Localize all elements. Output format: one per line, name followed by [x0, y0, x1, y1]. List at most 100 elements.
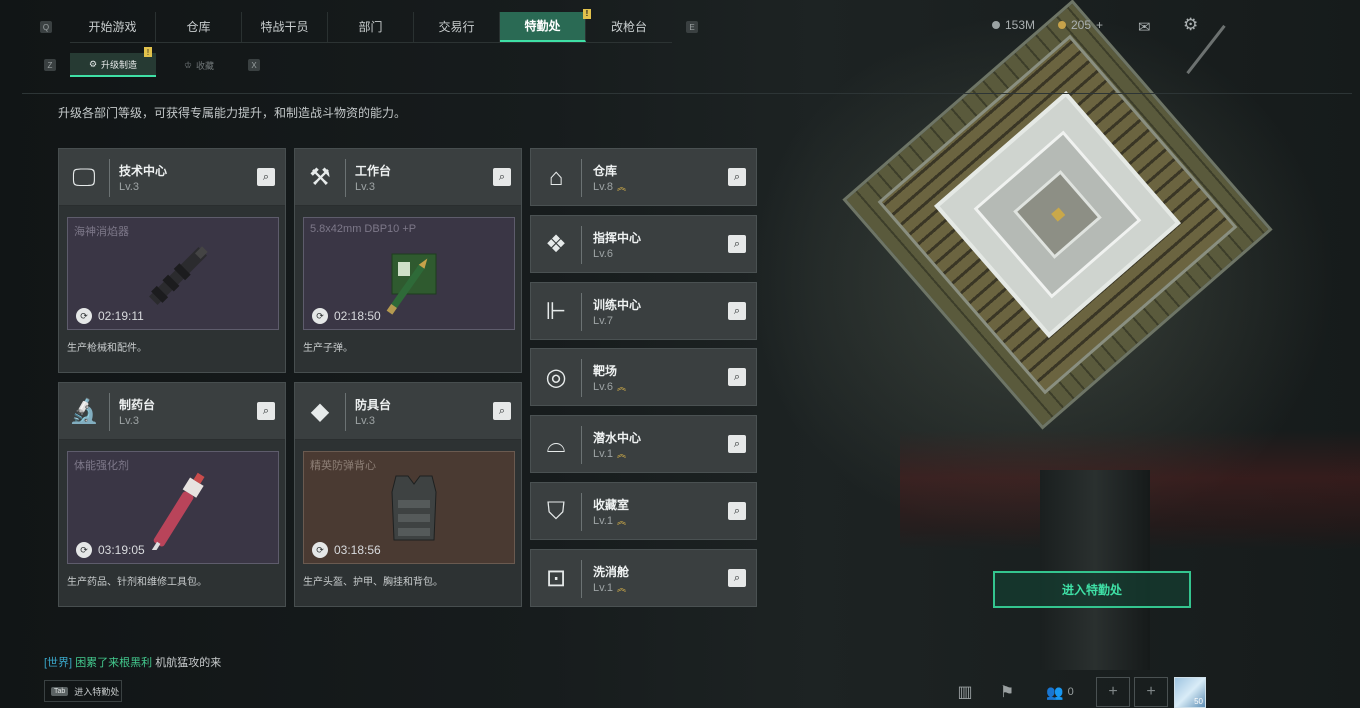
search-icon[interactable]: ⌕: [728, 302, 746, 320]
production-slot[interactable]: 体能强化剂 ⟳ 03:19:05: [67, 451, 279, 564]
department-name: 指挥中心: [593, 231, 642, 245]
search-icon[interactable]: ⌕: [728, 435, 746, 453]
department-level: Lv.1 ︽: [593, 515, 626, 527]
upgrade-icon: ︽: [616, 382, 626, 392]
production-slot[interactable]: 海神消焰器 ⟳ 02:19:11: [67, 217, 279, 330]
card-caption: 生产子弹。: [303, 343, 353, 354]
department-name: 仓库: [593, 164, 618, 178]
workshop-card-workbench[interactable]: ⚒ 工作台 Lv.3 ⌕ 5.8x42mm DBP10 +P ⟳ 02:18:50…: [294, 148, 522, 373]
secondary-currency[interactable]: 205 +: [1058, 18, 1103, 32]
add-slot-1-button[interactable]: +: [1096, 677, 1130, 707]
production-slot[interactable]: 5.8x42mm DBP10 +P ⟳ 02:18:50: [303, 217, 515, 330]
decon-icon: ⊡: [545, 565, 567, 592]
department-item-collection[interactable]: ⛉ 收藏室 Lv.1 ︽ ⌕: [530, 482, 757, 540]
card-title: 制药台: [119, 398, 156, 412]
production-timer: ⟳ 03:19:05: [76, 542, 145, 558]
subnav-right-key: X: [248, 59, 260, 71]
diving-icon: ⌓: [546, 431, 566, 458]
people-icon: 👥: [1046, 683, 1064, 700]
avatar-level: 50: [1194, 697, 1203, 706]
department-item-command[interactable]: ❖ 指挥中心 Lv.6 ⌕: [530, 215, 757, 273]
tab-warehouse[interactable]: 仓库: [156, 11, 242, 42]
search-icon[interactable]: ⌕: [493, 402, 511, 420]
department-item-training[interactable]: ⊩ 训练中心 Lv.7 ⌕: [530, 282, 757, 340]
friends-count: 0: [1067, 686, 1074, 698]
ammo-box-image: [386, 253, 437, 315]
stats-icon[interactable]: ▥: [948, 677, 982, 707]
tab-operators[interactable]: 特战干员: [242, 11, 328, 42]
tab-special-ops[interactable]: 特勤处 !: [500, 8, 591, 42]
tab-hint-button[interactable]: Tab 进入特勤处: [44, 680, 122, 702]
upgrade-icon: ︽: [616, 449, 626, 459]
subtab-upgrade[interactable]: ⚙ 升级制造 !: [70, 47, 156, 77]
tab-gunsmith[interactable]: 改枪台: [586, 12, 672, 42]
department-level: Lv.8 ︽: [593, 181, 626, 193]
department-name: 训练中心: [593, 298, 642, 312]
card-header: ◆ 防具台 Lv.3 ⌕: [295, 383, 521, 440]
enter-special-ops-button[interactable]: 进入特勤处: [993, 571, 1191, 608]
armor-icon: ◆: [310, 398, 330, 425]
search-icon[interactable]: ⌕: [493, 168, 511, 186]
search-icon[interactable]: ⌕: [257, 402, 275, 420]
vest-image: [391, 475, 437, 541]
tab-trade[interactable]: 交易行: [414, 11, 500, 42]
card-header: 🖵 技术中心 Lv.3 ⌕: [59, 149, 285, 206]
currency-value: 153M: [1005, 18, 1036, 32]
subtab-collection-label: 收藏: [196, 60, 215, 71]
tab-department[interactable]: 部门: [328, 11, 414, 42]
sub-nav: Z ⚙ 升级制造 ! ♔ 收藏 X: [44, 47, 260, 77]
department-name: 洗消舱: [593, 565, 630, 579]
add-currency-button[interactable]: +: [1096, 18, 1103, 32]
department-item-diving[interactable]: ⌓ 潜水中心 Lv.1 ︽ ⌕: [530, 415, 757, 473]
currency-display[interactable]: 153M: [992, 18, 1035, 32]
add-slot-2-button[interactable]: +: [1134, 677, 1168, 707]
card-caption: 生产头盔、护甲、胸挂和背包。: [303, 577, 443, 588]
syringe-image: [151, 472, 205, 550]
product-name: 体能强化剂: [74, 460, 129, 472]
card-title: 技术中心: [119, 164, 168, 178]
subtab-upgrade-label: 升级制造: [101, 59, 138, 70]
flash-hider-image: [149, 246, 208, 305]
department-item-decon[interactable]: ⊡ 洗消舱 Lv.1 ︽ ⌕: [530, 549, 757, 607]
chat-line[interactable]: [世界] 困累了来根黑利 机航猛攻的来: [44, 654, 221, 670]
timer-value: 02:19:11: [98, 309, 144, 323]
production-slot[interactable]: 精英防弹背心 ⟳ 03:18:56: [303, 451, 515, 564]
upgrade-icon: ︽: [616, 583, 626, 593]
product-name: 海神消焰器: [74, 226, 129, 238]
search-icon[interactable]: ⌕: [728, 168, 746, 186]
trophy-icon: ♔: [183, 59, 193, 70]
avatar[interactable]: 50: [1174, 677, 1206, 708]
card-header: 🔬 制药台 Lv.3 ⌕: [59, 383, 285, 440]
mail-icon[interactable]: ✉: [1138, 18, 1151, 36]
department-level: Lv.1 ︽: [593, 448, 626, 460]
search-icon[interactable]: ⌕: [728, 502, 746, 520]
chat-sender[interactable]: 困累了来根黑利: [75, 657, 152, 669]
department-item-warehouse[interactable]: ⌂ 仓库 Lv.8 ︽ ⌕: [530, 148, 757, 206]
production-timer: ⟳ 02:19:11: [76, 308, 144, 324]
workshop-card-armor[interactable]: ◆ 防具台 Lv.3 ⌕ 精英防弹背心 ⟳ 03:18:56 生产头盔、护甲、胸挂…: [294, 382, 522, 607]
department-name: 靶场: [593, 364, 618, 378]
friends-button[interactable]: 👥 0: [1040, 677, 1080, 707]
settings-gear-icon[interactable]: ⚙: [1183, 15, 1198, 35]
tools-icon: ⚒: [309, 164, 331, 191]
flag-icon[interactable]: ⚑: [990, 677, 1024, 707]
tab-start-game[interactable]: 开始游戏: [70, 11, 156, 42]
dumbbell-icon: ⊩: [545, 298, 567, 325]
production-timer: ⟳ 02:18:50: [312, 308, 381, 324]
nav-right-key: E: [686, 21, 698, 33]
clock-icon: ⟳: [312, 308, 328, 324]
workshop-card-pharmacy[interactable]: 🔬 制药台 Lv.3 ⌕ 体能强化剂 ⟳ 03:19:05 生产药品、针剂和维修工…: [58, 382, 286, 607]
secondary-value: 205: [1071, 18, 1092, 32]
microscope-icon: 🔬: [69, 398, 99, 425]
card-level: Lv.3: [119, 415, 139, 427]
subtab-collection[interactable]: ♔ 收藏: [156, 53, 242, 77]
clock-icon: ⟳: [76, 308, 92, 324]
search-icon[interactable]: ⌕: [728, 569, 746, 587]
subnav-left-key: Z: [44, 59, 56, 71]
search-icon[interactable]: ⌕: [257, 168, 275, 186]
page-description: 升级各部门等级，可获得专属能力提升，和制造战斗物资的能力。: [58, 106, 407, 120]
department-item-range[interactable]: ◎ 靶场 Lv.6 ︽ ⌕: [530, 348, 757, 406]
search-icon[interactable]: ⌕: [728, 235, 746, 253]
search-icon[interactable]: ⌕: [728, 368, 746, 386]
workshop-card-tech[interactable]: 🖵 技术中心 Lv.3 ⌕ 海神消焰器 ⟳ 02:19:11 生产枪械和配件。: [58, 148, 286, 373]
